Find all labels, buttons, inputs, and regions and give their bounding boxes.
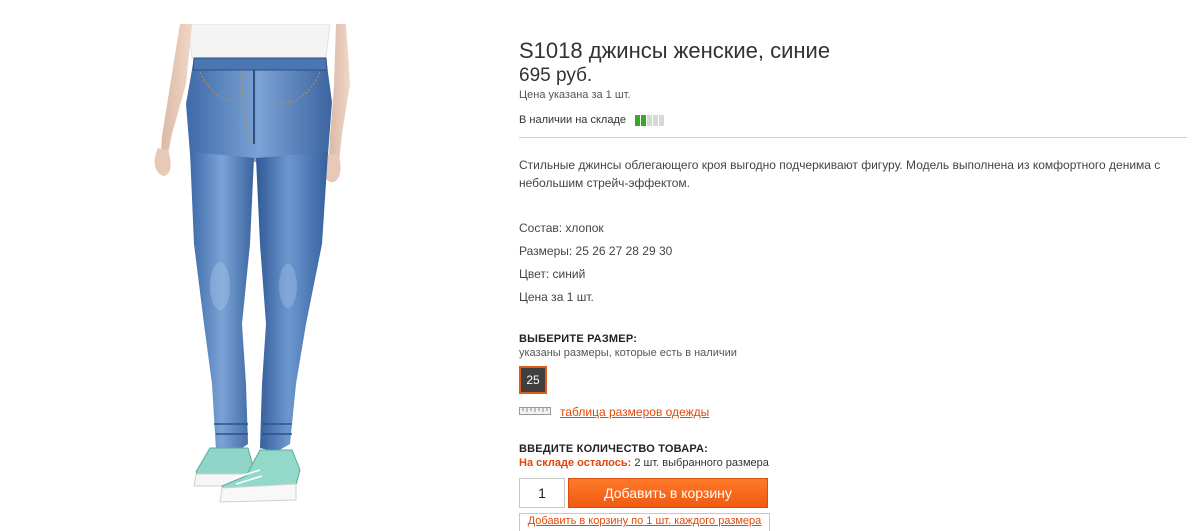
stock-left-label: На складе осталось: [519,457,632,469]
price-note: Цена указана за 1 шт. [519,89,631,101]
add-each-size-link[interactable]: Добавить в корзину по 1 шт. каждого разм… [519,513,770,531]
product-price: 695 руб. [519,65,593,86]
stock-bar [658,114,664,126]
attr-sizes: Размеры: 25 26 27 28 29 30 [519,244,673,258]
size-heading: ВЫБЕРИТЕ РАЗМЕР: [519,333,638,345]
quantity-heading: ВВЕДИТЕ КОЛИЧЕСТВО ТОВАРА: [519,443,708,455]
stock-indicator: В наличии на складе [519,114,664,126]
product-description: Стильные джинсы облегающего кроя выгодно… [519,158,1161,190]
stock-left: На складе осталось: 2 шт. выбранного раз… [519,457,769,469]
size-subheading: указаны размеры, которые есть в наличии [519,347,737,359]
stock-bar [646,114,652,126]
quantity-input[interactable] [519,478,565,508]
product-image[interactable] [150,23,360,506]
stock-left-value: 2 шт. выбранного размера [634,457,769,469]
size-option-25[interactable]: 25 [519,366,547,394]
size-table-link[interactable]: таблица размеров одежды [560,405,709,419]
product-title: S1018 джинсы женские, синие [519,37,831,63]
ruler-icon [519,407,551,415]
stock-bar [652,114,658,126]
divider [519,137,1187,138]
attr-composition: Состав: хлопок [519,221,604,235]
stock-status-text: В наличии на складе [519,114,626,126]
jeans-illustration [154,23,350,503]
stock-bar [640,114,646,126]
add-to-cart-button[interactable]: Добавить в корзину [568,478,768,508]
attr-color: Цвет: синий [519,267,586,281]
stock-bar [634,114,640,126]
stock-level-bars [634,114,664,126]
attr-price-per: Цена за 1 шт. [519,290,594,304]
